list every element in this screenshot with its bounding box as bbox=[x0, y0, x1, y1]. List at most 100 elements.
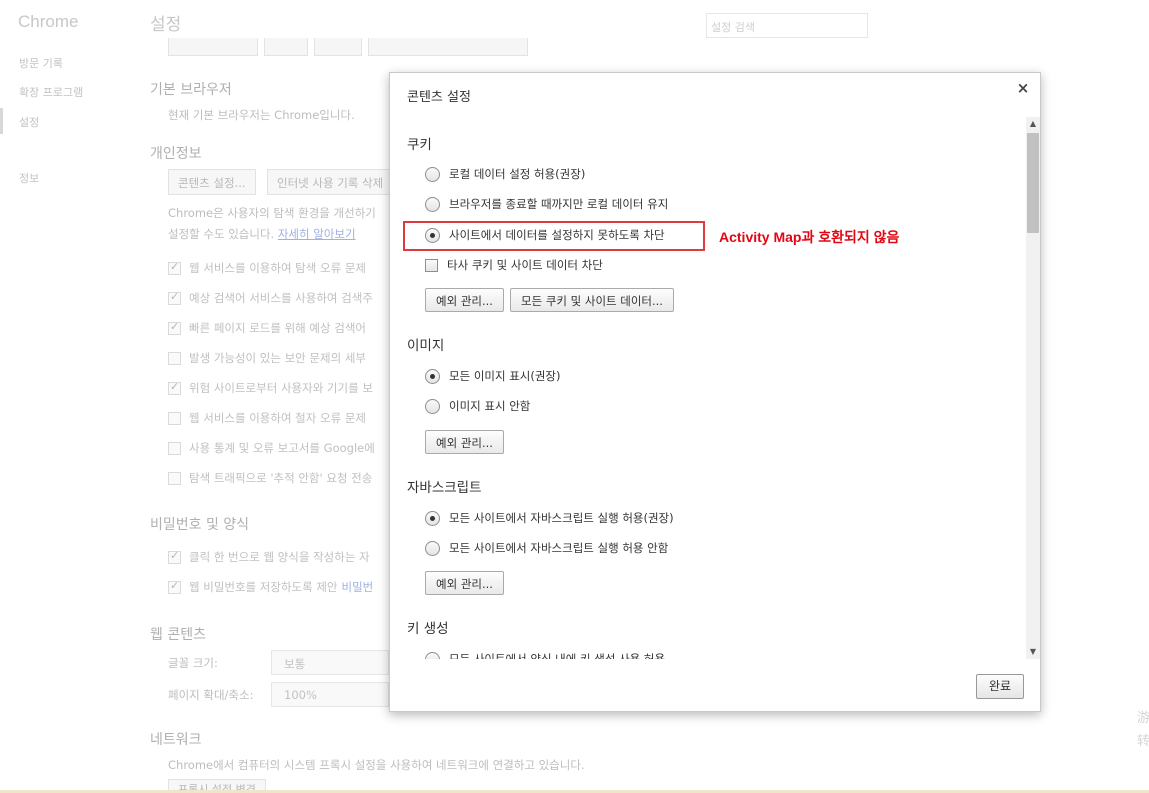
cookies-heading: 쿠키 bbox=[407, 137, 432, 153]
default-browser-heading: 기본 브라우저 bbox=[150, 82, 232, 98]
radio-button-selected[interactable] bbox=[425, 368, 440, 384]
network-text: Chrome에서 컴퓨터의 시스템 프록시 설정을 사용하여 네트워크에 연결하… bbox=[168, 758, 585, 772]
clear-history-button[interactable]: 인터넷 사용 기록 삭제 bbox=[267, 169, 394, 195]
passwords-checkbox-row[interactable]: 클릭 한 번으로 웹 양식을 작성하는 자 bbox=[168, 549, 370, 565]
partial-button[interactable] bbox=[368, 38, 528, 56]
scroll-up-icon[interactable]: ▲ bbox=[1026, 117, 1040, 131]
zoom-label: 페이지 확대/축소: bbox=[168, 688, 254, 702]
images-option-show[interactable]: 모든 이미지 표시(권장) bbox=[425, 368, 561, 384]
close-icon[interactable]: × bbox=[1014, 79, 1032, 97]
dialog-title: 콘텐츠 설정 bbox=[407, 90, 471, 105]
network-heading: 네트워크 bbox=[150, 732, 202, 748]
scroll-down-icon[interactable]: ▼ bbox=[1026, 645, 1040, 659]
checkbox-label: 위험 사이트로부터 사용자와 기기를 보 bbox=[189, 381, 373, 395]
images-option-hide[interactable]: 이미지 표시 안함 bbox=[425, 398, 530, 414]
cookies-option-session[interactable]: 브라우저를 종료할 때까지만 로컬 데이터 유지 bbox=[425, 196, 668, 212]
zoom-select[interactable]: 100% bbox=[271, 682, 389, 707]
checkbox-label: 빠른 페이지 로드를 위해 예상 검색어 bbox=[189, 321, 366, 335]
scrollbar-thumb[interactable] bbox=[1027, 133, 1039, 233]
radio-button[interactable] bbox=[425, 398, 440, 414]
partial-button[interactable] bbox=[168, 38, 258, 56]
cookies-option-allow[interactable]: 로컬 데이터 설정 허용(권장) bbox=[425, 166, 585, 182]
checkbox[interactable] bbox=[168, 411, 181, 425]
privacy-checkbox-row[interactable]: 웹 서비스를 이용하여 탐색 오류 문제 bbox=[168, 260, 366, 276]
javascript-heading: 자바스크립트 bbox=[407, 480, 482, 496]
privacy-checkbox-row[interactable]: 위험 사이트로부터 사용자와 기기를 보 bbox=[168, 380, 373, 396]
option-label: 브라우저를 종료할 때까지만 로컬 데이터 유지 bbox=[449, 197, 669, 211]
settings-search-input[interactable]: 설정 검색 bbox=[706, 13, 868, 38]
checkbox-label: 클릭 한 번으로 웹 양식을 작성하는 자 bbox=[189, 550, 370, 564]
keygen-option-allow[interactable]: 모든 사이트에서 양식 내에 키 생성 사용 허용 bbox=[425, 651, 665, 659]
sidebar-item-history[interactable]: 방문 기록 bbox=[19, 55, 63, 71]
privacy-description-line2: 설정할 수도 있습니다. 자세히 알아보기 bbox=[168, 226, 356, 242]
checkbox[interactable] bbox=[168, 260, 181, 275]
privacy-checkbox-row[interactable]: 빠른 페이지 로드를 위해 예상 검색어 bbox=[168, 320, 366, 336]
checkbox-label: 웹 서비스를 이용하여 탐색 오류 문제 bbox=[189, 261, 366, 275]
privacy-checkbox-row[interactable]: 발생 가능성이 있는 보안 문제의 세부 bbox=[168, 350, 366, 366]
checkbox-label: 탐색 트래픽으로 '추적 안함' 요청 전송 bbox=[189, 471, 373, 485]
partial-button[interactable] bbox=[314, 38, 362, 56]
keygen-heading: 키 생성 bbox=[407, 621, 449, 637]
dialog-scroll-area[interactable]: 쿠키 로컬 데이터 설정 허용(권장) 브라우저를 종료할 때까지만 로컬 데이… bbox=[390, 117, 1026, 659]
sidebar-item-settings[interactable]: 설정 bbox=[19, 114, 39, 130]
passwords-heading: 비밀번호 및 양식 bbox=[150, 517, 250, 533]
edge-glyph: 转 bbox=[1137, 734, 1149, 749]
privacy-checkbox-row[interactable]: 예상 검색어 서비스를 사용하여 검색주 bbox=[168, 290, 373, 306]
annotation-highlight-box bbox=[403, 221, 705, 251]
third-party-cookies-option[interactable]: 타사 쿠키 및 사이트 데이터 차단 bbox=[425, 257, 603, 273]
checkbox[interactable] bbox=[168, 290, 181, 305]
passwords-link[interactable]: 비밀번 bbox=[342, 579, 374, 595]
privacy-checkbox-row[interactable]: 탐색 트래픽으로 '추적 안함' 요청 전송 bbox=[168, 470, 372, 486]
checkbox-label: 웹 서비스를 이용하여 철자 오류 문제 bbox=[189, 411, 366, 425]
option-label: 모든 사이트에서 자바스크립트 실행 허용(권장) bbox=[449, 511, 674, 525]
checkbox[interactable] bbox=[168, 441, 181, 455]
option-label: 모든 사이트에서 자바스크립트 실행 허용 안함 bbox=[449, 541, 669, 555]
javascript-option-block[interactable]: 모든 사이트에서 자바스크립트 실행 허용 안함 bbox=[425, 540, 668, 556]
annotation-text: Activity Map과 호환되지 않음 bbox=[719, 229, 900, 245]
checkbox[interactable] bbox=[168, 579, 181, 594]
checkbox[interactable] bbox=[168, 380, 181, 395]
option-label: 타사 쿠키 및 사이트 데이터 차단 bbox=[447, 258, 603, 272]
page-title: 설정 bbox=[150, 15, 182, 35]
font-size-label: 글꼴 크기: bbox=[168, 656, 218, 670]
font-size-select[interactable]: 보통 bbox=[271, 650, 389, 675]
privacy-description: Chrome은 사용자의 탐색 환경을 개선하기 bbox=[168, 206, 376, 220]
radio-button-selected[interactable] bbox=[425, 510, 440, 526]
checkbox-label: 발생 가능성이 있는 보안 문제의 세부 bbox=[189, 351, 366, 365]
web-content-heading: 웹 콘텐츠 bbox=[150, 627, 206, 643]
learn-more-link[interactable]: 자세히 알아보기 bbox=[278, 227, 356, 241]
radio-button[interactable] bbox=[425, 196, 440, 212]
javascript-exceptions-button[interactable]: 예외 관리... bbox=[425, 571, 504, 595]
checkbox[interactable] bbox=[168, 320, 181, 335]
option-label: 이미지 표시 안함 bbox=[449, 399, 531, 413]
cookies-exceptions-button[interactable]: 예외 관리... bbox=[425, 288, 504, 312]
option-label: 모든 이미지 표시(권장) bbox=[449, 369, 561, 383]
radio-button[interactable] bbox=[425, 651, 440, 659]
sidebar-item-extensions[interactable]: 확장 프로그램 bbox=[19, 84, 83, 100]
checkbox-label: 웹 비밀번호를 저장하도록 제안 bbox=[189, 580, 338, 594]
images-exceptions-button[interactable]: 예외 관리... bbox=[425, 430, 504, 454]
privacy-heading: 개인정보 bbox=[150, 146, 202, 162]
partial-button[interactable] bbox=[264, 38, 308, 56]
content-settings-button[interactable]: 콘텐츠 설정... bbox=[168, 169, 256, 195]
checkbox[interactable] bbox=[425, 258, 438, 272]
option-label: 모든 사이트에서 양식 내에 키 생성 사용 허용 bbox=[449, 652, 666, 659]
all-cookies-button[interactable]: 모든 쿠키 및 사이트 데이터... bbox=[510, 288, 674, 312]
checkbox[interactable] bbox=[168, 471, 181, 485]
javascript-option-allow[interactable]: 모든 사이트에서 자바스크립트 실행 허용(권장) bbox=[425, 510, 674, 526]
default-browser-text: 현재 기본 브라우저는 Chrome입니다. bbox=[168, 108, 355, 122]
content-settings-dialog: 콘텐츠 설정 × 쿠키 로컬 데이터 설정 허용(권장) 브라우저를 종료할 때… bbox=[389, 72, 1041, 712]
passwords-checkbox-row[interactable]: 웹 비밀번호를 저장하도록 제안 비밀번 bbox=[168, 579, 373, 595]
privacy-checkbox-row[interactable]: 웹 서비스를 이용하여 철자 오류 문제 bbox=[168, 410, 366, 426]
radio-button[interactable] bbox=[425, 166, 440, 182]
radio-button[interactable] bbox=[425, 540, 440, 556]
sidebar-active-indicator bbox=[0, 108, 3, 134]
sidebar-item-about[interactable]: 정보 bbox=[19, 170, 39, 186]
checkbox[interactable] bbox=[168, 351, 181, 365]
option-label: 로컬 데이터 설정 허용(권장) bbox=[449, 167, 586, 181]
dialog-scrollbar[interactable]: ▲ ▼ bbox=[1026, 117, 1040, 659]
done-button[interactable]: 완료 bbox=[976, 674, 1024, 699]
checkbox[interactable] bbox=[168, 549, 181, 564]
privacy-checkbox-row[interactable]: 사용 통계 및 오류 보고서를 Google에 bbox=[168, 440, 375, 456]
privacy-description-text: 설정할 수도 있습니다. bbox=[168, 227, 275, 241]
